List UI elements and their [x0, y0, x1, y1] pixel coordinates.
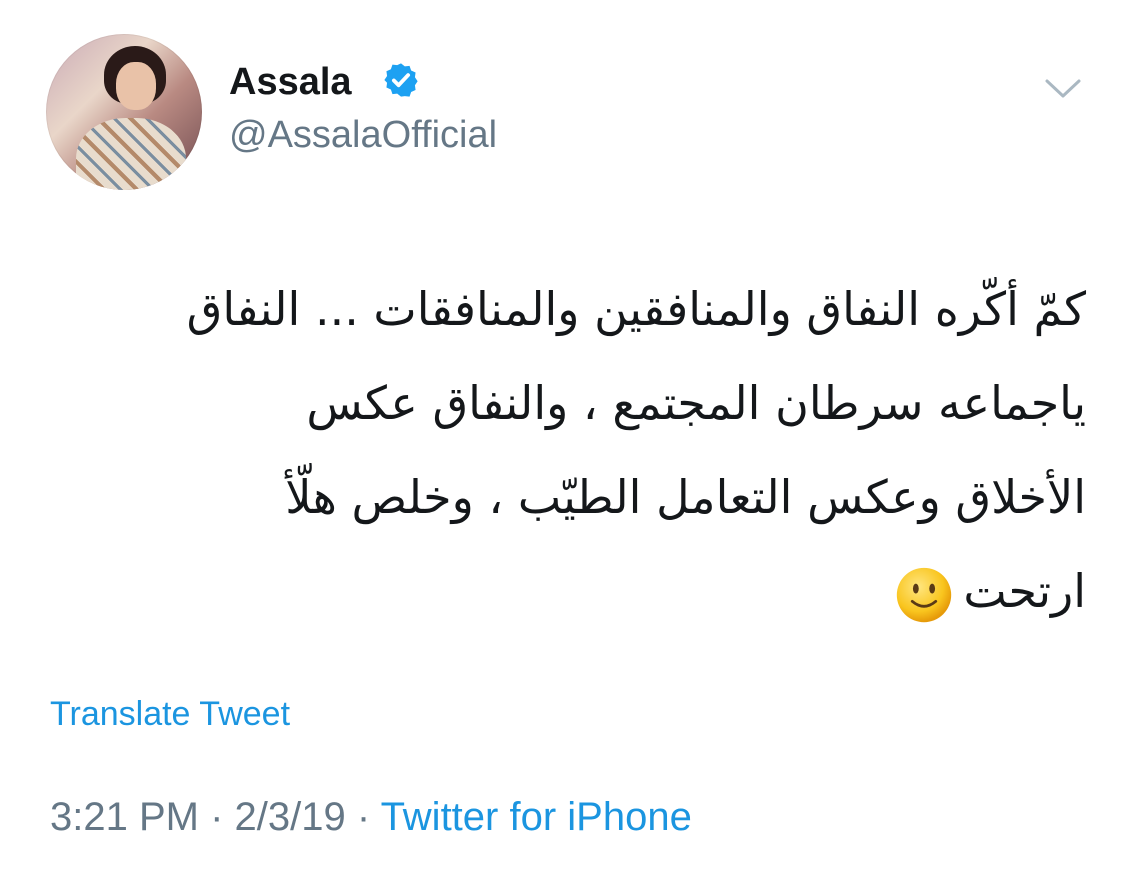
tweet-source-link[interactable]: Twitter for iPhone — [381, 795, 692, 839]
tweet-line: كمّ أكّره النفاق والمنافقين والمنافقات .… — [186, 282, 1086, 336]
tweet-meta: 3:21 PM · 2/3/19 · Twitter for iPhone — [50, 792, 692, 842]
tweet-line: ياجماعه سرطان المجتمع ، والنفاق عكس — [306, 376, 1086, 430]
avatar-dress — [76, 118, 186, 190]
author-name[interactable]: Assala — [229, 58, 352, 106]
meta-separator: · — [198, 795, 235, 839]
translate-tweet-link[interactable]: Translate Tweet — [50, 692, 290, 736]
tweet-date: 2/3/19 — [234, 795, 346, 839]
avatar[interactable] — [46, 34, 202, 190]
meta-separator: · — [345, 795, 381, 839]
tweet-line-last: ارتحت — [110, 544, 1086, 638]
tweet-line: ارتحت — [963, 564, 1086, 618]
verified-badge-icon — [384, 63, 418, 97]
tweet-time: 3:21 PM — [50, 795, 199, 839]
avatar-face — [116, 62, 156, 110]
slightly-smiling-face-emoji-icon — [897, 567, 952, 622]
tweet-line: الأخلاق وعكس التعامل الطيّب ، وخلص هلّأ — [285, 470, 1086, 524]
chevron-down-icon[interactable] — [1044, 76, 1082, 102]
tweet-text: كمّ أكّره النفاق والمنافقين والمنافقات .… — [110, 262, 1086, 638]
author-handle[interactable]: @AssalaOfficial — [229, 111, 497, 159]
